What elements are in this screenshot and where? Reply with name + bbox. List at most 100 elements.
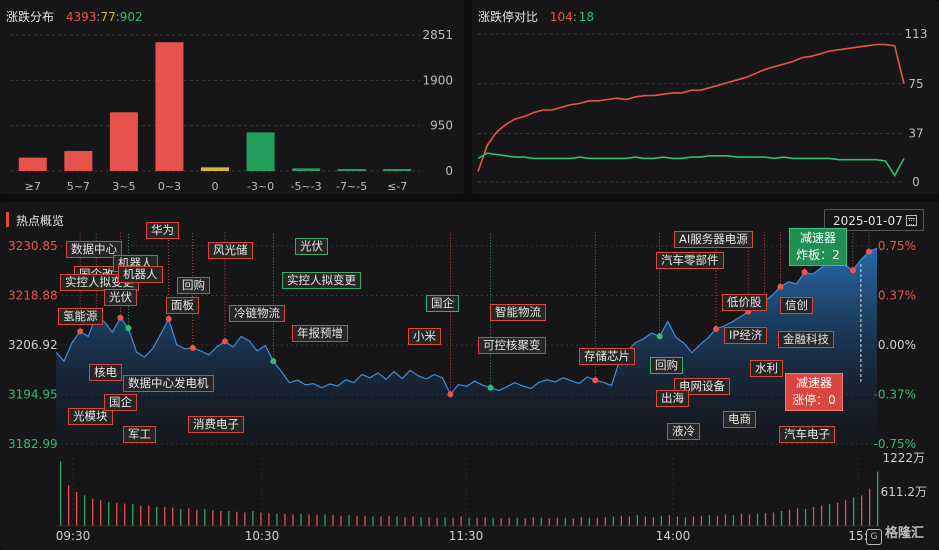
tag-concept[interactable]: 光伏 — [295, 238, 328, 255]
volume-bar — [756, 513, 759, 526]
tag-concept[interactable]: 液冷 — [667, 423, 700, 440]
volume-bar — [700, 515, 703, 526]
volume-bar — [364, 515, 366, 526]
volume-bar — [572, 518, 574, 526]
tag-concept[interactable]: 汽车电子 — [779, 426, 835, 443]
volume-bar — [316, 515, 318, 526]
volume-bar — [60, 461, 62, 526]
volume-bar — [92, 498, 94, 526]
volume-bar — [532, 517, 534, 526]
volume-bar — [412, 516, 414, 526]
series-line-1 — [477, 152, 905, 178]
distribution-panel: 涨跌分布 4393:77:902 2851 1900 950 0 ≥7 5~7 3~5 0~3… — [0, 0, 464, 194]
tag-concept[interactable]: 金融科技 — [778, 331, 834, 348]
tag-concept[interactable]: 回购 — [650, 357, 683, 374]
volume-bar — [76, 492, 78, 526]
y-left-label: 3182.99 — [8, 437, 58, 451]
volume-bar — [644, 516, 647, 526]
event-dot — [801, 269, 808, 276]
volume-bar — [172, 507, 174, 526]
volume-bar — [244, 512, 246, 526]
tag-concept[interactable]: 面板 — [166, 297, 199, 314]
tag-concept[interactable]: 实控人拟变更 — [282, 272, 361, 289]
tag-concept[interactable]: 消费电子 — [188, 416, 244, 433]
volume-bar — [740, 513, 743, 526]
bar-3~5 — [109, 112, 138, 171]
tag-concept[interactable]: 年报预增 — [292, 325, 348, 342]
tag-concept[interactable]: 光伏 — [104, 289, 137, 306]
event-dot — [777, 283, 784, 290]
x-tick-label: 09:30 — [56, 529, 91, 543]
volume-bar — [620, 515, 622, 526]
tag-concept[interactable]: 冷链物流 — [229, 305, 285, 322]
y-left-label: 3230.85 — [8, 239, 58, 253]
volume-bar — [204, 509, 206, 526]
tag-concept[interactable]: IP经济 — [724, 327, 768, 344]
volume-bar — [276, 513, 278, 526]
x-tick-label: 11:30 — [449, 529, 484, 543]
y-tick-label: 0 — [912, 175, 920, 189]
volume-bar — [828, 504, 831, 526]
x-tick-label: ≥7 — [25, 180, 41, 193]
y-right-label: -0.37% — [874, 388, 916, 402]
x-tick-label: 0 — [212, 180, 219, 193]
volume-bar — [628, 516, 630, 526]
reducer-limit-up-box[interactable]: 减速器 涨停：0 — [785, 373, 843, 411]
volume-bar — [804, 509, 807, 526]
volume-bar — [540, 517, 542, 526]
x-tick-label: 10:30 — [245, 529, 280, 543]
tag-concept[interactable]: 小米 — [408, 328, 441, 345]
bar-0 — [201, 167, 229, 171]
tag-concept[interactable]: 汽车零部件 — [656, 252, 724, 269]
volume-bar — [668, 515, 671, 526]
event-dot — [117, 314, 124, 321]
tag-concept[interactable]: 核电 — [89, 364, 122, 381]
volume-bar — [268, 513, 270, 526]
tag-concept[interactable]: 国企 — [104, 394, 137, 411]
tag-concept[interactable]: 智能物流 — [490, 304, 546, 321]
tag-concept[interactable]: 回购 — [177, 277, 210, 294]
tag-concept[interactable]: 出海 — [656, 390, 689, 407]
volume-bar — [132, 504, 134, 526]
y-left-label: 3206.92 — [8, 338, 58, 352]
bar-≤-7 — [383, 169, 412, 171]
tag-concept[interactable]: 华为 — [146, 222, 179, 239]
logo-mark-icon: G — [866, 529, 882, 545]
volume-bar — [660, 515, 663, 526]
volume-bar — [508, 517, 510, 526]
tag-concept[interactable]: 存储芯片 — [579, 348, 635, 365]
tag-concept[interactable]: 水利 — [750, 360, 783, 377]
volume-bar — [380, 516, 382, 526]
y-tick-label: 950 — [430, 119, 453, 133]
tag-concept[interactable]: 可控核聚变 — [478, 337, 546, 354]
tag-concept[interactable]: 风光储 — [208, 242, 253, 259]
volume-bar — [188, 508, 190, 526]
volume-bar — [68, 485, 70, 526]
x-tick-label: ≤-7 — [387, 180, 407, 193]
tag-concept[interactable]: 机器人 — [118, 266, 163, 283]
y-right-label: 0.75% — [878, 239, 916, 253]
tag-concept[interactable]: 数据中心发电机 — [123, 375, 214, 392]
volume-bar — [164, 506, 166, 526]
tag-concept[interactable]: 电商 — [723, 411, 756, 428]
tag-concept[interactable]: 低价股 — [722, 294, 767, 311]
tag-concept[interactable]: 氢能源 — [58, 308, 103, 325]
volume-tick: 1222万 — [882, 451, 925, 465]
event-dot — [592, 377, 599, 384]
volume-bar — [452, 517, 454, 526]
x-tick-label: 0~3 — [158, 180, 181, 193]
volume-bar — [716, 515, 719, 526]
volume-bar — [180, 509, 182, 526]
volume-bar — [764, 513, 767, 526]
volume-bar — [284, 513, 286, 526]
reducer-broken-board-box[interactable]: 减速器 炸板：2 — [789, 228, 847, 266]
event-dot — [487, 384, 494, 391]
tag-concept[interactable]: 国企 — [426, 295, 459, 312]
volume-bar — [684, 517, 687, 526]
tag-concept[interactable]: 信创 — [780, 297, 813, 314]
volume-bar — [732, 515, 735, 526]
tag-concept[interactable]: AI服务器电源 — [674, 231, 753, 248]
logo-text: 格隆汇 — [885, 526, 925, 541]
volume-bar — [548, 518, 550, 526]
tag-concept[interactable]: 军工 — [123, 426, 156, 443]
